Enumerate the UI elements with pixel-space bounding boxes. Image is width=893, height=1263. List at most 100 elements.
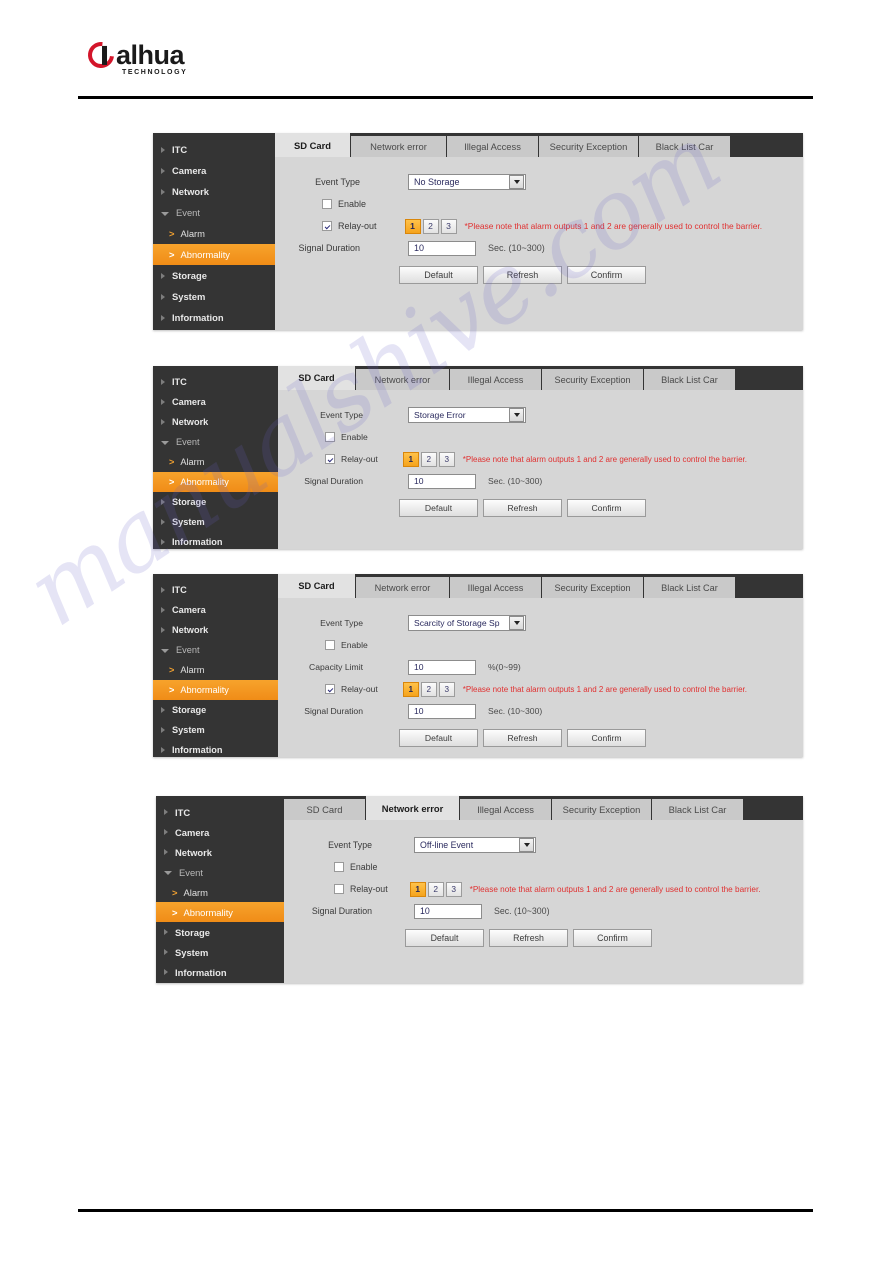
relay-output-button-2[interactable]: 2 xyxy=(427,881,444,897)
enable-checkbox[interactable] xyxy=(322,199,332,209)
sidebar-item-event[interactable]: Event xyxy=(153,432,278,452)
tab-illegal-access[interactable]: Illegal Access xyxy=(450,577,542,598)
signal-duration-input[interactable]: 10 xyxy=(408,703,476,719)
sidebar-item-itc[interactable]: ITC xyxy=(153,580,278,600)
sidebar-item-itc[interactable]: ITC xyxy=(153,139,275,160)
enable-checkbox[interactable] xyxy=(325,432,335,442)
signal-duration-input[interactable]: 10 xyxy=(414,903,482,919)
sidebar-item-network[interactable]: Network xyxy=(153,412,278,432)
default-button[interactable]: Default xyxy=(399,499,478,517)
tab-black-list-car[interactable]: Black List Car xyxy=(652,799,744,820)
relay-output-button-1[interactable]: 1 xyxy=(404,218,421,234)
sidebar-item-event[interactable]: Event xyxy=(153,202,275,223)
sidebar-item-event[interactable]: Event xyxy=(156,862,284,882)
sidebar-item-information[interactable]: Information xyxy=(153,307,275,328)
capacity-limit-input[interactable]: 10 xyxy=(408,659,476,675)
sidebar-item-camera[interactable]: Camera xyxy=(153,392,278,412)
sidebar-item-system[interactable]: System xyxy=(156,942,284,962)
relay-output-button-1[interactable]: 1 xyxy=(402,681,419,697)
sidebar-item-alarm[interactable]: > Alarm xyxy=(156,882,284,902)
chevron-down-icon[interactable] xyxy=(519,838,534,852)
default-button[interactable]: Default xyxy=(399,729,478,747)
sidebar-item-storage[interactable]: Storage xyxy=(153,492,278,512)
event-type-select[interactable]: No Storage xyxy=(408,174,526,190)
sidebar-item-network[interactable]: Network xyxy=(156,842,284,862)
chevron-down-icon[interactable] xyxy=(509,175,524,189)
tab-sd-card[interactable]: SD Card xyxy=(275,133,351,157)
relay-output-button-3[interactable]: 3 xyxy=(438,681,455,697)
sidebar-item-camera[interactable]: Camera xyxy=(156,822,284,842)
relay-output-button-3[interactable]: 3 xyxy=(440,218,457,234)
sidebar-item-alarm[interactable]: > Alarm xyxy=(153,223,275,244)
tab-sd-card[interactable]: SD Card xyxy=(278,574,356,598)
sidebar-item-abnormality[interactable]: > Abnormality xyxy=(156,902,284,922)
sidebar-item-alarm[interactable]: > Alarm xyxy=(153,452,278,472)
relay-output-button-2[interactable]: 2 xyxy=(420,681,437,697)
confirm-button[interactable]: Confirm xyxy=(567,729,646,747)
signal-duration-input[interactable]: 10 xyxy=(408,240,476,256)
refresh-button[interactable]: Refresh xyxy=(483,266,562,284)
tab-network-error[interactable]: Network error xyxy=(356,369,450,390)
event-type-select[interactable]: Off-line Event xyxy=(414,837,536,853)
sidebar-item-storage[interactable]: Storage xyxy=(153,700,278,720)
tab-network-error[interactable]: Network error xyxy=(366,796,460,820)
sidebar-item-itc[interactable]: ITC xyxy=(156,802,284,822)
default-button[interactable]: Default xyxy=(399,266,478,284)
relay-output-button-2[interactable]: 2 xyxy=(420,451,437,467)
default-button[interactable]: Default xyxy=(405,929,484,947)
event-type-select[interactable]: Storage Error xyxy=(408,407,526,423)
sidebar-item-camera[interactable]: Camera xyxy=(153,160,275,181)
enable-checkbox[interactable] xyxy=(325,640,335,650)
refresh-button[interactable]: Refresh xyxy=(483,729,562,747)
tab-sd-card[interactable]: SD Card xyxy=(284,799,366,820)
relay-output-button-3[interactable]: 3 xyxy=(438,451,455,467)
relay-output-button-3[interactable]: 3 xyxy=(445,881,462,897)
sidebar-item-abnormality[interactable]: > Abnormality xyxy=(153,680,278,700)
sidebar-item-system[interactable]: System xyxy=(153,720,278,740)
tab-network-error[interactable]: Network error xyxy=(356,577,450,598)
tab-black-list-car[interactable]: Black List Car xyxy=(644,577,736,598)
confirm-button[interactable]: Confirm xyxy=(567,266,646,284)
chevron-down-icon[interactable] xyxy=(509,616,524,630)
sidebar-item-system[interactable]: System xyxy=(153,512,278,532)
tab-security-exception[interactable]: Security Exception xyxy=(539,136,639,157)
tab-black-list-car[interactable]: Black List Car xyxy=(639,136,731,157)
sidebar-item-abnormality[interactable]: > Abnormality xyxy=(153,244,275,265)
relay-output-button-1[interactable]: 1 xyxy=(402,451,419,467)
sidebar-item-network[interactable]: Network xyxy=(153,620,278,640)
relay-output-button-2[interactable]: 2 xyxy=(422,218,439,234)
relay-out-checkbox[interactable] xyxy=(322,221,332,231)
tab-illegal-access[interactable]: Illegal Access xyxy=(450,369,542,390)
sidebar-item-camera[interactable]: Camera xyxy=(153,600,278,620)
sidebar-item-storage[interactable]: Storage xyxy=(153,265,275,286)
tab-sd-card[interactable]: SD Card xyxy=(278,366,356,390)
confirm-button[interactable]: Confirm xyxy=(573,929,652,947)
chevron-down-icon[interactable] xyxy=(509,408,524,422)
tab-security-exception[interactable]: Security Exception xyxy=(552,799,652,820)
sidebar-item-information[interactable]: Information xyxy=(153,740,278,757)
sidebar-item-information[interactable]: Information xyxy=(153,532,278,549)
relay-out-checkbox[interactable] xyxy=(325,684,335,694)
refresh-button[interactable]: Refresh xyxy=(483,499,562,517)
enable-checkbox[interactable] xyxy=(334,862,344,872)
sidebar-item-event[interactable]: Event xyxy=(153,640,278,660)
relay-out-checkbox[interactable] xyxy=(325,454,335,464)
confirm-button[interactable]: Confirm xyxy=(567,499,646,517)
event-type-select[interactable]: Scarcity of Storage Sp xyxy=(408,615,526,631)
tab-security-exception[interactable]: Security Exception xyxy=(542,369,644,390)
sidebar-item-abnormality[interactable]: > Abnormality xyxy=(153,472,278,492)
sidebar-item-system[interactable]: System xyxy=(153,286,275,307)
refresh-button[interactable]: Refresh xyxy=(489,929,568,947)
tab-illegal-access[interactable]: Illegal Access xyxy=(460,799,552,820)
sidebar-item-storage[interactable]: Storage xyxy=(156,922,284,942)
relay-output-button-1[interactable]: 1 xyxy=(409,881,426,897)
signal-duration-input[interactable]: 10 xyxy=(408,473,476,489)
tab-network-error[interactable]: Network error xyxy=(351,136,447,157)
sidebar-item-network[interactable]: Network xyxy=(153,181,275,202)
sidebar-item-alarm[interactable]: > Alarm xyxy=(153,660,278,680)
tab-security-exception[interactable]: Security Exception xyxy=(542,577,644,598)
sidebar-item-itc[interactable]: ITC xyxy=(153,372,278,392)
tab-black-list-car[interactable]: Black List Car xyxy=(644,369,736,390)
sidebar-item-information[interactable]: Information xyxy=(156,962,284,982)
relay-out-checkbox[interactable] xyxy=(334,884,344,894)
